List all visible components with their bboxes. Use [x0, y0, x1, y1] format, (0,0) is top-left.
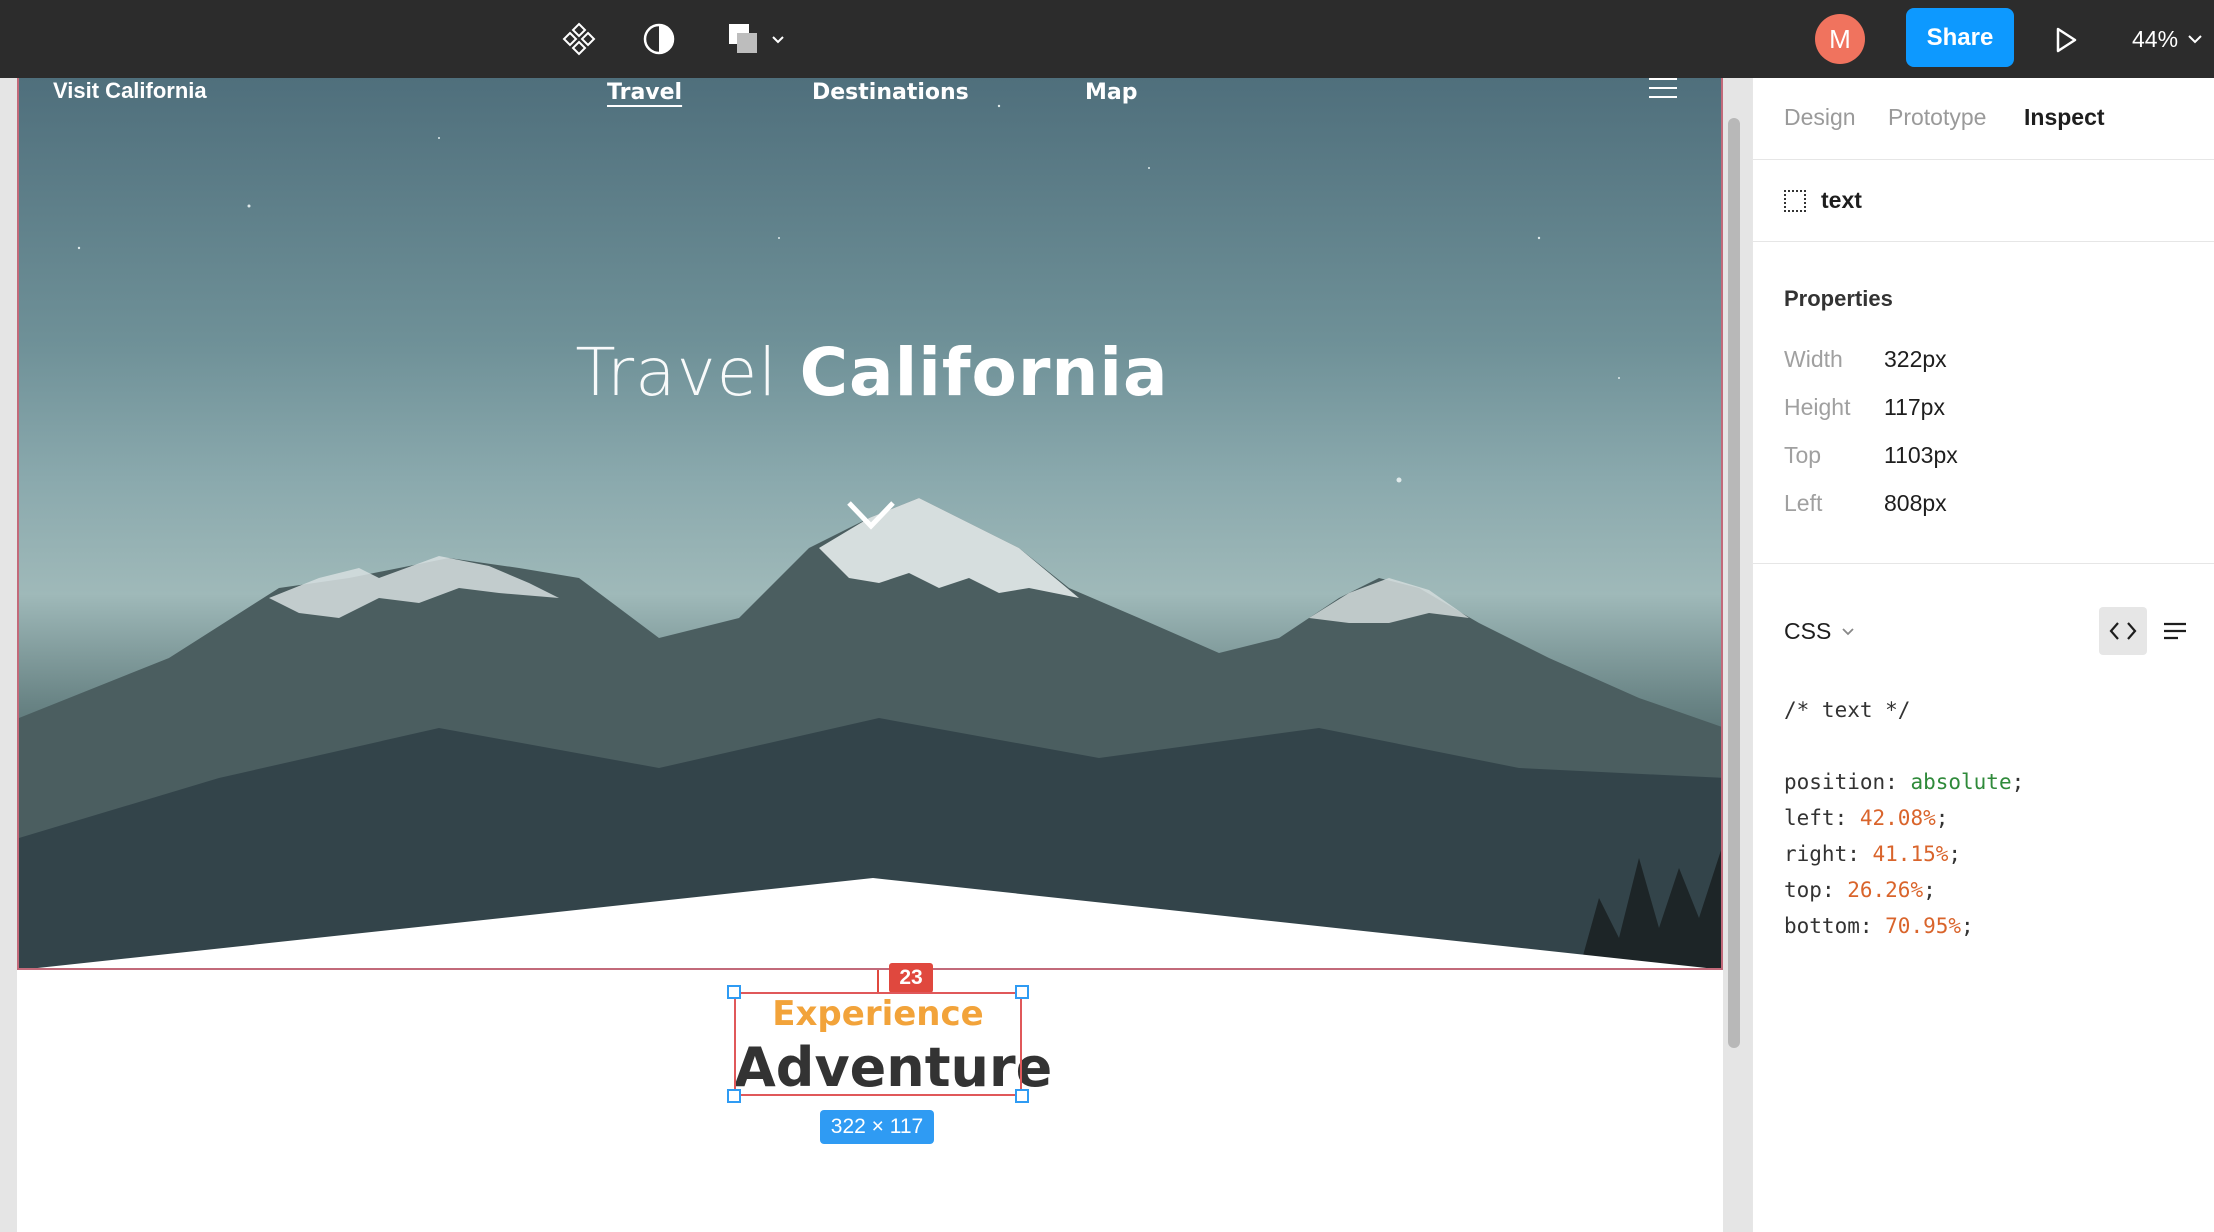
code-language-label: CSS — [1784, 618, 1832, 644]
selection-box[interactable] — [734, 992, 1022, 1096]
resize-handle-top-right[interactable] — [1015, 985, 1029, 999]
css-line-left: left: 42.08%; — [1784, 806, 1949, 830]
css-line-bottom: bottom: 70.95%; — [1784, 914, 1974, 938]
hero-title: Travel California — [19, 334, 1721, 411]
properties-section: Properties Width 322px Height 117px Top … — [1753, 242, 2214, 564]
hero-section[interactable]: Visit California Travel Destinations Map… — [17, 78, 1723, 970]
prop-value-top[interactable]: 1103px — [1884, 442, 1958, 469]
resize-handle-top-left[interactable] — [727, 985, 741, 999]
prop-label-left: Left — [1784, 490, 1823, 516]
design-canvas[interactable]: Visit California Travel Destinations Map… — [0, 78, 1752, 1232]
layer-name: text — [1821, 187, 1862, 213]
prop-label-width: Width — [1784, 346, 1843, 372]
tab-inspect[interactable]: Inspect — [2024, 104, 2105, 131]
inspect-panel: Design Prototype Inspect text Properties… — [1752, 78, 2214, 1232]
css-line-top: top: 26.26%; — [1784, 878, 1936, 902]
play-icon[interactable] — [2046, 20, 2086, 60]
dimension-badge: 322 × 117 — [820, 1110, 934, 1144]
scroll-down-chevron-icon[interactable] — [846, 498, 896, 532]
chevron-down-icon — [1842, 627, 1854, 635]
properties-title: Properties — [1784, 286, 1893, 311]
css-line-right: right: 41.15%; — [1784, 842, 1962, 866]
list-lines-icon — [2164, 622, 2186, 640]
list-view-toggle[interactable] — [2157, 613, 2193, 649]
frame-dotted-icon — [1784, 190, 1806, 212]
hero-title-light: Travel — [575, 334, 778, 411]
resize-handle-bottom-right[interactable] — [1015, 1089, 1029, 1103]
panel-tabs: Design Prototype Inspect — [1753, 78, 2214, 160]
resize-handle-bottom-left[interactable] — [727, 1089, 741, 1103]
code-view-toggle[interactable] — [2099, 607, 2147, 655]
prop-value-left[interactable]: 808px — [1884, 490, 1947, 517]
chevron-down-icon — [2188, 35, 2202, 44]
tab-design[interactable]: Design — [1784, 104, 1856, 131]
shapes-icon[interactable] — [722, 18, 788, 60]
nav-map[interactable]: Map — [1085, 80, 1138, 105]
top-toolbar: M Share 44% — [0, 0, 2214, 78]
hero-title-bold: California — [799, 334, 1169, 411]
zoom-value: 44% — [2132, 25, 2179, 52]
tab-prototype[interactable]: Prototype — [1888, 104, 1986, 131]
page-frame[interactable]: Visit California Travel Destinations Map… — [17, 78, 1723, 1232]
contrast-icon[interactable] — [638, 18, 680, 60]
canvas-scrollbar[interactable] — [1728, 118, 1740, 1048]
nav-travel[interactable]: Travel — [607, 80, 682, 105]
spacing-measure-badge: 23 — [889, 963, 933, 993]
css-comment: /* text */ — [1784, 698, 1911, 722]
prop-label-height: Height — [1784, 394, 1851, 420]
layer-row[interactable]: text — [1753, 160, 2214, 242]
avatar[interactable]: M — [1815, 14, 1865, 64]
css-line-position: position: absolute; — [1784, 770, 2025, 794]
share-button[interactable]: Share — [1906, 8, 2014, 67]
nav-destinations[interactable]: Destinations — [812, 80, 969, 105]
components-icon[interactable] — [558, 18, 600, 60]
code-brackets-icon — [2109, 622, 2137, 640]
spacing-measure-line — [877, 970, 879, 992]
hamburger-menu-icon[interactable] — [1649, 78, 1677, 102]
prop-label-top: Top — [1784, 442, 1822, 468]
code-language-dropdown[interactable]: CSS — [1784, 618, 1855, 645]
zoom-dropdown[interactable]: 44% — [2132, 22, 2202, 56]
prop-value-width[interactable]: 322px — [1884, 346, 1947, 373]
site-logo[interactable]: Visit California — [53, 78, 207, 104]
prop-value-height[interactable]: 117px — [1884, 394, 1945, 421]
